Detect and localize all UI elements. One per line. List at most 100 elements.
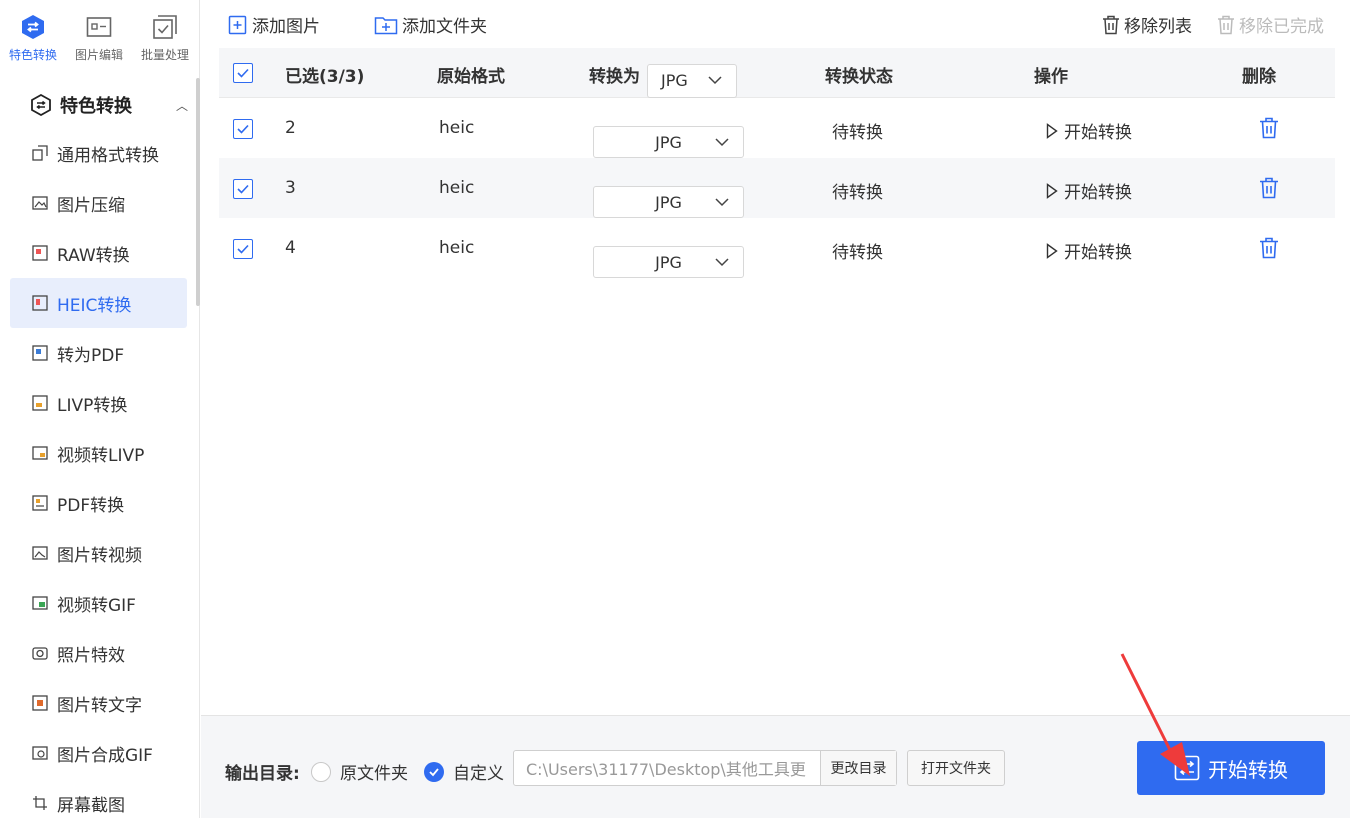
- chevron-up-icon: ︿: [175, 98, 188, 113]
- row-start-button[interactable]: 开始转换: [1046, 238, 1132, 263]
- add-folder-icon: [374, 16, 398, 34]
- row-checkbox[interactable]: [233, 239, 253, 259]
- sidebar-item-label: 图片压缩: [57, 195, 125, 216]
- topnav-special-convert[interactable]: 特色转换: [0, 0, 66, 70]
- sidebar-item-to-pdf[interactable]: 转为PDF: [10, 328, 187, 378]
- radio-dot-selected: [424, 761, 444, 782]
- radio-custom-folder[interactable]: 自定义: [424, 759, 504, 784]
- row-delete-button[interactable]: [1259, 177, 1279, 204]
- topnav-batch[interactable]: 批量处理: [132, 0, 198, 70]
- row-file-name: 2: [285, 118, 296, 138]
- row-format-select[interactable]: JPG: [593, 246, 744, 278]
- sidebar-item-merge-gif[interactable]: 图片合成GIF: [10, 728, 187, 778]
- open-folder-button[interactable]: 打开文件夹: [907, 750, 1005, 786]
- trash-icon: [1103, 15, 1119, 34]
- row-start-button[interactable]: 开始转换: [1046, 118, 1132, 143]
- row-start-label: 开始转换: [1064, 183, 1132, 203]
- app-window: 特色转换 图片编辑 批量处理 特色转换 ︿ 通用格式转换 图片压缩 RAW转换 …: [0, 0, 1350, 818]
- play-icon: [1046, 182, 1058, 199]
- sidebar-item-label: 通用格式转换: [57, 145, 159, 166]
- toolbar: 添加图片 添加文件夹 移除列表 移除已完成: [201, 0, 1350, 48]
- row-checkbox[interactable]: [233, 119, 253, 139]
- remove-list-button[interactable]: 移除列表: [1102, 12, 1192, 37]
- sidebar-item-pdf-convert[interactable]: PDF转换: [10, 478, 187, 528]
- header-delete: 删除: [1242, 67, 1276, 87]
- convert-icon: [32, 145, 48, 161]
- check-icon: [237, 68, 249, 78]
- row-file-name: 4: [285, 238, 296, 258]
- check-icon: [237, 184, 249, 194]
- output-path-input[interactable]: [514, 751, 820, 785]
- annotation-arrow-icon: [1120, 653, 1190, 776]
- chevron-down-icon: [715, 198, 729, 207]
- row-format: heic: [439, 178, 475, 198]
- sidebar-item-label: 转为PDF: [57, 345, 125, 366]
- image-icon: [32, 196, 48, 210]
- play-icon: [1046, 122, 1058, 139]
- sidebar-item-label: 图片转视频: [57, 545, 142, 566]
- raw-icon: [32, 245, 48, 261]
- header-status: 转换状态: [825, 67, 893, 87]
- output-dir-label: 输出目录:: [225, 764, 300, 784]
- row-status: 待转换: [832, 183, 883, 203]
- change-dir-button[interactable]: 更改目录: [820, 751, 896, 785]
- ocr-icon: [32, 695, 48, 711]
- topnav-label: 特色转换: [8, 48, 57, 62]
- sidebar-item-label: HEIC转换: [57, 295, 132, 316]
- row-delete-button[interactable]: [1259, 237, 1279, 264]
- sidebar-item-video-gif[interactable]: 视频转GIF: [10, 578, 187, 628]
- livp-icon: [32, 395, 48, 411]
- table-row: 3 heic JPG 待转换 开始转换: [219, 158, 1335, 218]
- sidebar-item-general-convert[interactable]: 通用格式转换: [10, 128, 187, 178]
- select-all-checkbox[interactable]: [233, 63, 253, 83]
- radio-original-folder[interactable]: 原文件夹: [311, 759, 408, 784]
- remove-completed-button[interactable]: 移除已完成: [1217, 12, 1324, 37]
- sidebar-item-livp[interactable]: LIVP转换: [10, 378, 187, 428]
- start-convert-label: 开始转换: [1208, 757, 1288, 782]
- row-delete-button[interactable]: [1259, 117, 1279, 144]
- sidebar-item-label: 屏幕截图: [57, 795, 125, 816]
- radio-original-label: 原文件夹: [340, 764, 408, 784]
- table-row: 4 heic JPG 待转换 开始转换: [219, 218, 1335, 278]
- row-status: 待转换: [832, 243, 883, 263]
- top-nav: 特色转换 图片编辑 批量处理: [0, 0, 200, 70]
- batch-icon: [153, 15, 177, 39]
- topnav-image-edit[interactable]: 图片编辑: [66, 0, 132, 70]
- sidebar-item-ocr[interactable]: 图片转文字: [10, 678, 187, 728]
- row-start-label: 开始转换: [1064, 243, 1132, 263]
- row-checkbox[interactable]: [233, 179, 253, 199]
- pdf-icon: [32, 345, 48, 361]
- chevron-down-icon: [715, 258, 729, 267]
- add-image-button[interactable]: 添加图片: [228, 12, 320, 37]
- row-format-select[interactable]: JPG: [593, 126, 744, 158]
- row-format: heic: [439, 238, 475, 258]
- heic-icon: [32, 295, 48, 311]
- sidebar-item-heic[interactable]: HEIC转换: [10, 278, 187, 328]
- trash-icon: [1218, 15, 1234, 34]
- sidebar-group-header[interactable]: 特色转换 ︿: [30, 90, 190, 120]
- row-format-select[interactable]: JPG: [593, 186, 744, 218]
- row-start-label: 开始转换: [1064, 123, 1132, 143]
- sidebar-item-video-livp[interactable]: 视频转LIVP: [10, 428, 187, 478]
- row-format-value: JPG: [655, 132, 682, 152]
- sidebar-item-image-compress[interactable]: 图片压缩: [10, 178, 187, 228]
- image-edit-icon: [86, 17, 112, 37]
- global-format-select[interactable]: JPG: [647, 63, 737, 98]
- sidebar-item-label: 视频转GIF: [57, 595, 136, 616]
- trash-icon: [1260, 177, 1278, 199]
- check-icon: [429, 767, 439, 776]
- file-table: 已选(3/3) 原始格式 转换为 JPG 转换状态 操作 删除 2 heic J…: [219, 48, 1335, 278]
- topnav-label: 批量处理: [140, 48, 189, 62]
- sidebar-scrollbar[interactable]: [196, 78, 200, 306]
- sidebar-item-photo-effects[interactable]: 照片特效: [10, 628, 187, 678]
- merge-gif-icon: [32, 746, 48, 760]
- header-selected: 已选(3/3): [285, 67, 365, 87]
- add-file-icon: [228, 15, 247, 34]
- pdf-convert-icon: [32, 495, 48, 511]
- add-folder-button[interactable]: 添加文件夹: [374, 12, 487, 37]
- row-start-button[interactable]: 开始转换: [1046, 178, 1132, 203]
- sidebar-item-raw[interactable]: RAW转换: [10, 228, 187, 278]
- sidebar-item-image-video[interactable]: 图片转视频: [10, 528, 187, 578]
- sidebar-item-screenshot[interactable]: 屏幕截图: [10, 778, 187, 818]
- trash-icon: [1260, 117, 1278, 139]
